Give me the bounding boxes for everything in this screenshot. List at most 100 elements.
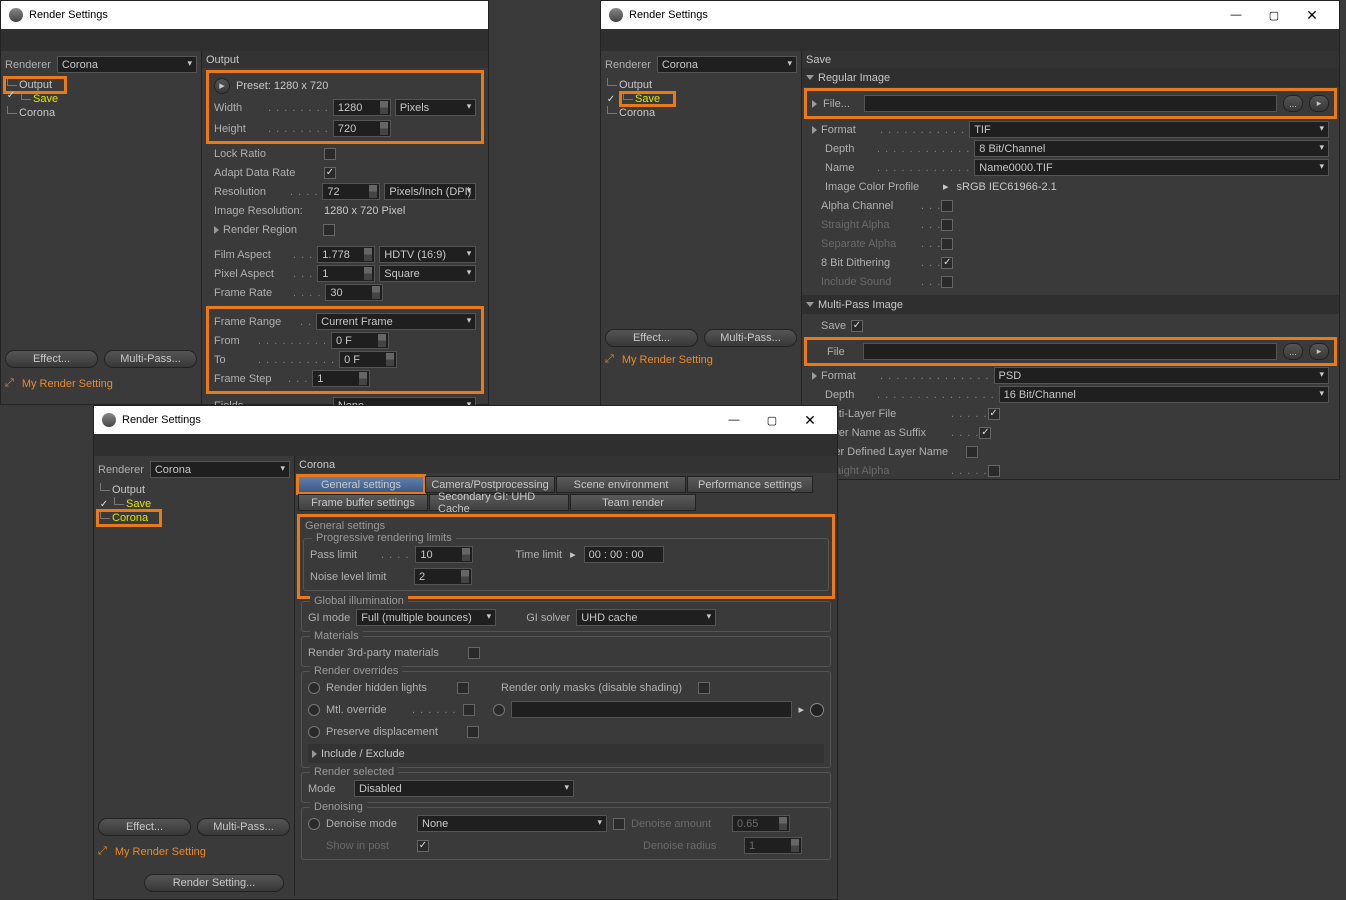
save-enable-check[interactable]	[5, 90, 17, 102]
region-check[interactable]	[323, 224, 335, 236]
effect-button[interactable]: Effect...	[5, 350, 98, 368]
denoise-mode-select[interactable]: None	[417, 815, 607, 832]
tree-output[interactable]: Output	[98, 483, 290, 497]
tree-corona[interactable]: Corona	[605, 106, 797, 120]
pixel-aspect-input[interactable]: 1	[317, 265, 375, 282]
adapt-rate-check[interactable]	[324, 167, 336, 179]
tab-gi2[interactable]: Secondary GI: UHD Cache	[429, 494, 569, 511]
icp-expand-icon[interactable]: ▸	[943, 180, 949, 193]
dither-check[interactable]	[941, 257, 953, 269]
mp-depth-select[interactable]: 16 Bit/Channel	[999, 386, 1329, 403]
renderer-select[interactable]: Corona	[57, 56, 197, 73]
globe-icon[interactable]	[810, 703, 824, 717]
resolution-unit[interactable]: Pixels/Inch (DPI)	[384, 183, 476, 200]
tree-save[interactable]: Save	[605, 92, 797, 106]
effect-button[interactable]: Effect...	[605, 329, 698, 347]
browse-button[interactable]: ...	[1283, 95, 1303, 112]
udln-check[interactable]	[966, 446, 978, 458]
tree-corona[interactable]: Corona	[5, 106, 197, 120]
rhl-radio[interactable]	[308, 682, 320, 694]
renderer-select[interactable]: Corona	[150, 461, 290, 478]
play-button[interactable]: ▸	[1309, 95, 1329, 112]
dnm-check[interactable]	[613, 818, 625, 830]
titlebar[interactable]: Render Settings — ▢ ✕	[94, 406, 837, 434]
pd-radio[interactable]	[308, 726, 320, 738]
titlebar[interactable]: Render Settings	[1, 1, 488, 29]
format-expand-icon[interactable]	[812, 126, 817, 134]
renderer-select[interactable]: Corona	[657, 56, 797, 73]
close-button[interactable]: ✕	[1293, 7, 1331, 24]
mtl-override-input[interactable]	[511, 701, 793, 718]
close-button[interactable]: ✕	[791, 412, 829, 429]
my-render-setting[interactable]: My Render Setting	[22, 378, 113, 390]
my-render-setting[interactable]: My Render Setting	[115, 846, 206, 858]
include-exclude-header[interactable]: Include / Exclude	[308, 744, 824, 763]
rhl-check[interactable]	[457, 682, 469, 694]
film-aspect-input[interactable]: 1.778	[317, 246, 375, 263]
pixel-aspect-preset[interactable]: Square	[379, 265, 476, 282]
width-unit[interactable]: Pixels	[395, 99, 476, 116]
multipass-button[interactable]: Multi-Pass...	[104, 350, 197, 368]
minimize-button[interactable]: —	[1217, 9, 1255, 21]
from-input[interactable]: 0 F	[331, 332, 389, 349]
frame-range-select[interactable]: Current Frame	[316, 313, 476, 330]
gi-solver-select[interactable]: UHD cache	[576, 609, 716, 626]
tab-fb[interactable]: Frame buffer settings	[298, 494, 428, 511]
rom-check[interactable]	[698, 682, 710, 694]
mtl-check[interactable]	[463, 704, 475, 716]
height-input[interactable]: 720	[333, 120, 391, 137]
multipass-button[interactable]: Multi-Pass...	[704, 329, 797, 347]
mp-format-select[interactable]: PSD	[994, 367, 1329, 384]
tab-scene[interactable]: Scene environment	[556, 476, 686, 493]
mp-save-check[interactable]	[851, 320, 863, 332]
to-input[interactable]: 0 F	[339, 351, 397, 368]
tab-general[interactable]: General settings	[298, 476, 424, 493]
preset-label[interactable]: Preset: 1280 x 720	[236, 80, 328, 92]
frame-step-input[interactable]: 1	[312, 370, 370, 387]
multipass-button[interactable]: Multi-Pass...	[197, 818, 290, 836]
depth-select[interactable]: 8 Bit/Channel	[974, 140, 1329, 157]
save-tree-check3[interactable]	[98, 499, 110, 511]
lns-check[interactable]	[979, 427, 991, 439]
save-tree-check[interactable]	[605, 94, 617, 106]
tree-save[interactable]: Save	[5, 92, 197, 106]
mtl-radio2[interactable]	[493, 704, 505, 716]
resolution-input[interactable]: 72	[322, 183, 380, 200]
mp-browse-button[interactable]: ...	[1283, 343, 1303, 360]
preset-play-icon[interactable]: ▸	[214, 78, 230, 94]
format-select[interactable]: TIF	[969, 121, 1329, 138]
minimize-button[interactable]: —	[715, 414, 753, 426]
gi-mode-select[interactable]: Full (multiple bounces)	[356, 609, 496, 626]
maximize-button[interactable]: ▢	[753, 414, 791, 427]
titlebar[interactable]: Render Settings — ▢ ✕	[601, 1, 1339, 29]
mtl-radio[interactable]	[308, 704, 320, 716]
render-mode-select[interactable]: Disabled	[354, 780, 574, 797]
lock-ratio-check[interactable]	[324, 148, 336, 160]
render-setting-button[interactable]: Render Setting...	[144, 874, 284, 892]
tree-corona[interactable]: Corona	[98, 511, 160, 525]
effect-button[interactable]: Effect...	[98, 818, 191, 836]
noise-limit-input[interactable]: 2	[414, 568, 472, 585]
pd-check[interactable]	[467, 726, 479, 738]
mp-play-button[interactable]: ▸	[1309, 343, 1329, 360]
tree-save[interactable]: Save	[98, 497, 290, 511]
dnm-radio[interactable]	[308, 818, 320, 830]
width-input[interactable]: 1280	[333, 99, 391, 116]
time-limit-input[interactable]: 00 : 00 : 00	[584, 546, 664, 563]
alpha-check[interactable]	[941, 200, 953, 212]
file-path-input[interactable]	[864, 95, 1277, 112]
name-select[interactable]: Name0000.TIF	[974, 159, 1329, 176]
pass-limit-input[interactable]: 10	[415, 546, 473, 563]
arrow-icon[interactable]: ▸	[798, 703, 804, 716]
multipass-image-header[interactable]: Multi-Pass Image	[802, 295, 1339, 314]
frame-rate-input[interactable]: 30	[325, 284, 383, 301]
maximize-button[interactable]: ▢	[1255, 9, 1293, 22]
tab-team[interactable]: Team render	[570, 494, 696, 511]
film-aspect-preset[interactable]: HDTV (16:9)	[379, 246, 476, 263]
file-expand-icon[interactable]	[812, 100, 817, 108]
regular-image-header[interactable]: Regular Image	[802, 68, 1339, 87]
region-expand-icon[interactable]	[214, 226, 219, 234]
my-render-setting[interactable]: My Render Setting	[622, 354, 713, 366]
mp-file-input[interactable]	[863, 343, 1277, 360]
r3p-check[interactable]	[468, 647, 480, 659]
